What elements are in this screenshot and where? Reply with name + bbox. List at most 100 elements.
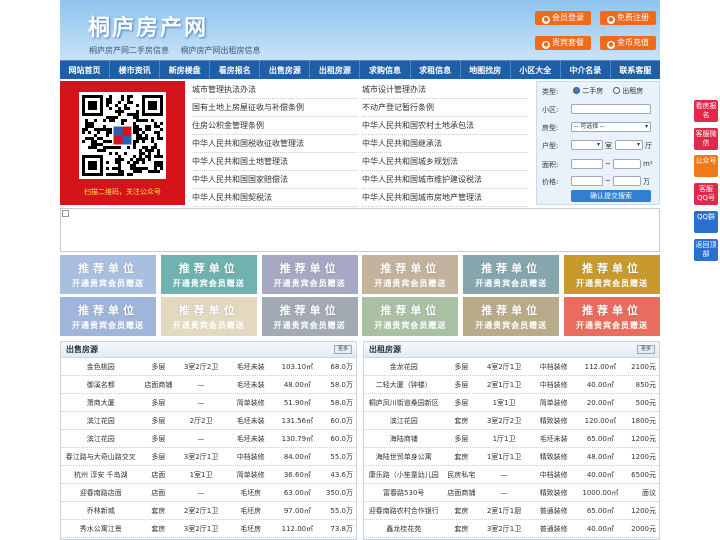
table-row[interactable]: 滨江花园 套房 3室2厅2卫 精致装修 120.00㎡ 1800元 xyxy=(364,412,659,430)
table-cell[interactable]: 富春路530号 xyxy=(364,484,443,501)
policy-link[interactable]: 住房公积金管理条例 xyxy=(192,117,357,135)
ad-slot[interactable]: 推荐单位 开通贵宾会员赠送 xyxy=(463,297,560,336)
table-row[interactable]: 金龙花园 多层 4室2厅1卫 中档装修 112.00㎡ 2100元 xyxy=(364,358,659,376)
table-cell[interactable]: 金龙花园 xyxy=(364,358,443,375)
ad-slot[interactable]: 推荐单位 开通贵宾会员赠送 xyxy=(160,297,257,336)
policy-link[interactable]: 中华人民共和国土地管理法 xyxy=(192,153,357,171)
table-row[interactable]: 海陆世贸单身公寓 套房 1室1厅1卫 精致装修 48.00㎡ 1200元 xyxy=(364,448,659,466)
table-cell[interactable]: 金色桃园 xyxy=(61,358,140,375)
site-logo[interactable]: 桐庐房产网 xyxy=(88,10,208,42)
table-cell[interactable]: 春江路与大奇山路交叉 xyxy=(61,448,140,465)
table-row[interactable]: 金色桃园 多层 3室2厅2卫 毛坯未装 103.10㎡ 68.0万 xyxy=(61,358,356,376)
nav-item[interactable]: 求租信息 xyxy=(411,61,461,79)
table-row[interactable]: 迎春南路农村合作银行 套房 2室1厅1厨 普通装修 65.00㎡ 1200元 xyxy=(364,502,659,520)
table-cell[interactable]: 鑫龙桂花苑 xyxy=(364,520,443,537)
rent-more-button[interactable]: 更多 xyxy=(637,345,655,354)
table-row[interactable]: 秀水公寓江景 套房 3室2厅1卫 毛坯房 112.00㎡ 73.8万 xyxy=(61,520,356,538)
ad-slot[interactable]: 推荐单位 开通贵宾会员赠送 xyxy=(60,255,156,294)
nav-item[interactable]: 出租房源 xyxy=(310,61,361,79)
table-row[interactable]: 滨江花园 多层 — 毛坯未装 130.79㎡ 60.0万 xyxy=(61,430,356,448)
side-button[interactable]: 公众号 xyxy=(694,155,718,177)
subtitle-sale[interactable]: 桐庐房产网二手房信息 xyxy=(89,46,169,55)
nav-item[interactable]: 出售房源 xyxy=(260,61,311,79)
table-cell[interactable]: 迎春南路店面 xyxy=(61,484,140,501)
table-cell[interactable]: 杭州 淳安 千岛湖 xyxy=(61,466,140,483)
table-row[interactable]: 迎春南路店面 店面 — 毛坯房 63.00㎡ 350.0万 xyxy=(61,484,356,502)
area-min-input[interactable] xyxy=(571,159,603,169)
table-cell[interactable]: 御溪名都 xyxy=(61,376,140,393)
policy-link[interactable]: 中华人民共和国国家赔偿法 xyxy=(192,171,357,189)
ad-slot[interactable]: 推荐单位 开通贵宾会员赠送 xyxy=(362,255,459,294)
nav-item[interactable]: 求购信息 xyxy=(360,61,411,79)
policy-link[interactable]: 国有土地上房屋征收与补偿条例 xyxy=(192,99,357,117)
register-button[interactable]: ● 免费注册 xyxy=(600,11,656,25)
side-button[interactable]: 返回顶部 xyxy=(694,239,718,261)
nav-item[interactable]: 新房楼盘 xyxy=(160,61,211,79)
policy-link[interactable]: 城市设计管理办法 xyxy=(362,81,527,99)
policy-link[interactable]: 中华人民共和国契税法 xyxy=(192,189,357,207)
type-secondhand-radio[interactable]: 二手房 xyxy=(573,86,603,96)
nav-item[interactable]: 网站首页 xyxy=(60,61,111,79)
table-row[interactable]: 杭州 淳安 千岛湖 店面 1室1卫 简单装修 36.60㎡ 43.6万 xyxy=(61,466,356,484)
policy-link[interactable]: 中华人民共和国城乡规划法 xyxy=(362,153,527,171)
sale-more-button[interactable]: 更多 xyxy=(334,345,352,354)
table-cell[interactable]: 海陆商铺 xyxy=(364,430,443,447)
table-cell[interactable]: 迎春南路农村合作银行 xyxy=(364,502,443,519)
policy-link[interactable]: 不动产登记暂行条例 xyxy=(362,99,527,117)
nav-item[interactable]: 中介名录 xyxy=(561,61,611,79)
nav-item[interactable]: 小区大全 xyxy=(511,61,561,79)
banner-image-placeholder[interactable] xyxy=(60,208,660,252)
price-min-input[interactable] xyxy=(571,176,603,186)
policy-link[interactable]: 中华人民共和国农村土地承包法 xyxy=(362,117,527,135)
side-button[interactable]: 客服QQ号 xyxy=(694,183,718,205)
table-row[interactable]: 鑫龙桂花苑 套房 3室2厅1卫 普通装修 40.00㎡ 2000元 xyxy=(364,520,659,538)
house-type-select[interactable]: -- 可选择 -- ▾ xyxy=(571,122,651,132)
vip-package-button[interactable]: ● 贵宾套餐 xyxy=(535,36,591,50)
policy-link[interactable]: 中华人民共和国城市房地产管理法 xyxy=(362,189,527,207)
side-button[interactable]: QQ群 xyxy=(694,211,718,233)
policy-link[interactable]: 中华人民共和国继承法 xyxy=(362,135,527,153)
side-button[interactable]: 客服微信 xyxy=(694,128,718,150)
table-row[interactable]: 御溪名都 店面商铺 — 毛坯未装 48.00㎡ 58.0万 xyxy=(61,376,356,394)
nav-item[interactable]: 联系客服 xyxy=(611,61,660,79)
table-cell[interactable]: 海陆世贸单身公寓 xyxy=(364,448,443,465)
table-cell[interactable]: 滨江花园 xyxy=(364,412,443,429)
coin-recharge-button[interactable]: ● 金币充值 xyxy=(600,36,656,50)
table-row[interactable]: 萧商大厦 多层 — 简单装修 51.90㎡ 58.0万 xyxy=(61,394,356,412)
room-select[interactable]: ▾ xyxy=(571,140,603,150)
area-max-input[interactable] xyxy=(613,159,641,169)
login-button[interactable]: ● 会员登录 xyxy=(535,11,591,25)
ad-slot[interactable]: 推荐单位 开通贵宾会员赠送 xyxy=(160,255,257,294)
nav-item[interactable]: 楼市资讯 xyxy=(110,61,161,79)
community-input[interactable] xyxy=(571,104,651,114)
nav-item[interactable]: 地图找房 xyxy=(461,61,511,79)
policy-link[interactable]: 中华人民共和国税收征收管理法 xyxy=(192,135,357,153)
table-cell[interactable]: 滨江花园 xyxy=(61,412,140,429)
subtitle-rent[interactable]: 桐庐房产网出租房信息 xyxy=(181,46,261,55)
ad-slot[interactable]: 推荐单位 开通贵宾会员赠送 xyxy=(261,297,358,336)
ad-slot[interactable]: 推荐单位 开通贵宾会员赠送 xyxy=(60,297,156,336)
ad-slot[interactable]: 推荐单位 开通贵宾会员赠送 xyxy=(362,297,459,336)
table-row[interactable]: 康乐路（小笙童幼儿园 民房私宅 — 中档装修 40.00㎡ 6500元 xyxy=(364,466,659,484)
table-cell[interactable]: 二轻大厦（钟楼） xyxy=(364,376,443,393)
hall-select[interactable]: ▾ xyxy=(615,140,643,150)
table-cell[interactable]: 康乐路（小笙童幼儿园 xyxy=(364,466,443,483)
policy-link[interactable]: 城市管理执法办法 xyxy=(192,81,357,99)
ad-slot[interactable]: 推荐单位 开通贵宾会员赠送 xyxy=(261,255,358,294)
table-row[interactable]: 二轻大厦（钟楼） 多层 2室1厅1卫 中档装修 40.00㎡ 850元 xyxy=(364,376,659,394)
table-row[interactable]: 富春路530号 店面商铺 — 精致装修 1000.00㎡ 面议 xyxy=(364,484,659,502)
table-row[interactable]: 桐庐凤川街道桑园新区 多层 1室1卫 简单装修 20.00㎡ 500元 xyxy=(364,394,659,412)
table-cell[interactable]: 乔林新城 xyxy=(61,502,140,519)
table-row[interactable]: 滨江花园 多层 2厅2卫 毛坯未装 131.56㎡ 60.0万 xyxy=(61,412,356,430)
type-rent-radio[interactable]: 出租房 xyxy=(613,86,643,96)
table-cell[interactable]: 滨江花园 xyxy=(61,430,140,447)
table-cell[interactable]: 秀水公寓江景 xyxy=(61,520,140,537)
nav-item[interactable]: 看房报名 xyxy=(210,61,261,79)
search-submit-button[interactable]: 确认提交搜索 xyxy=(571,190,651,202)
ad-slot[interactable]: 推荐单位 开通贵宾会员赠送 xyxy=(463,255,560,294)
table-cell[interactable]: 桐庐凤川街道桑园新区 xyxy=(364,394,443,411)
table-row[interactable]: 春江路与大奇山路交叉 多层 3室2厅1卫 中档装修 84.00㎡ 55.0万 xyxy=(61,448,356,466)
ad-slot[interactable]: 推荐单位 开通贵宾会员赠送 xyxy=(564,255,660,294)
side-button[interactable]: 看房报名 xyxy=(694,100,718,122)
policy-link[interactable]: 中华人民共和国城市维护建设税法 xyxy=(362,171,527,189)
